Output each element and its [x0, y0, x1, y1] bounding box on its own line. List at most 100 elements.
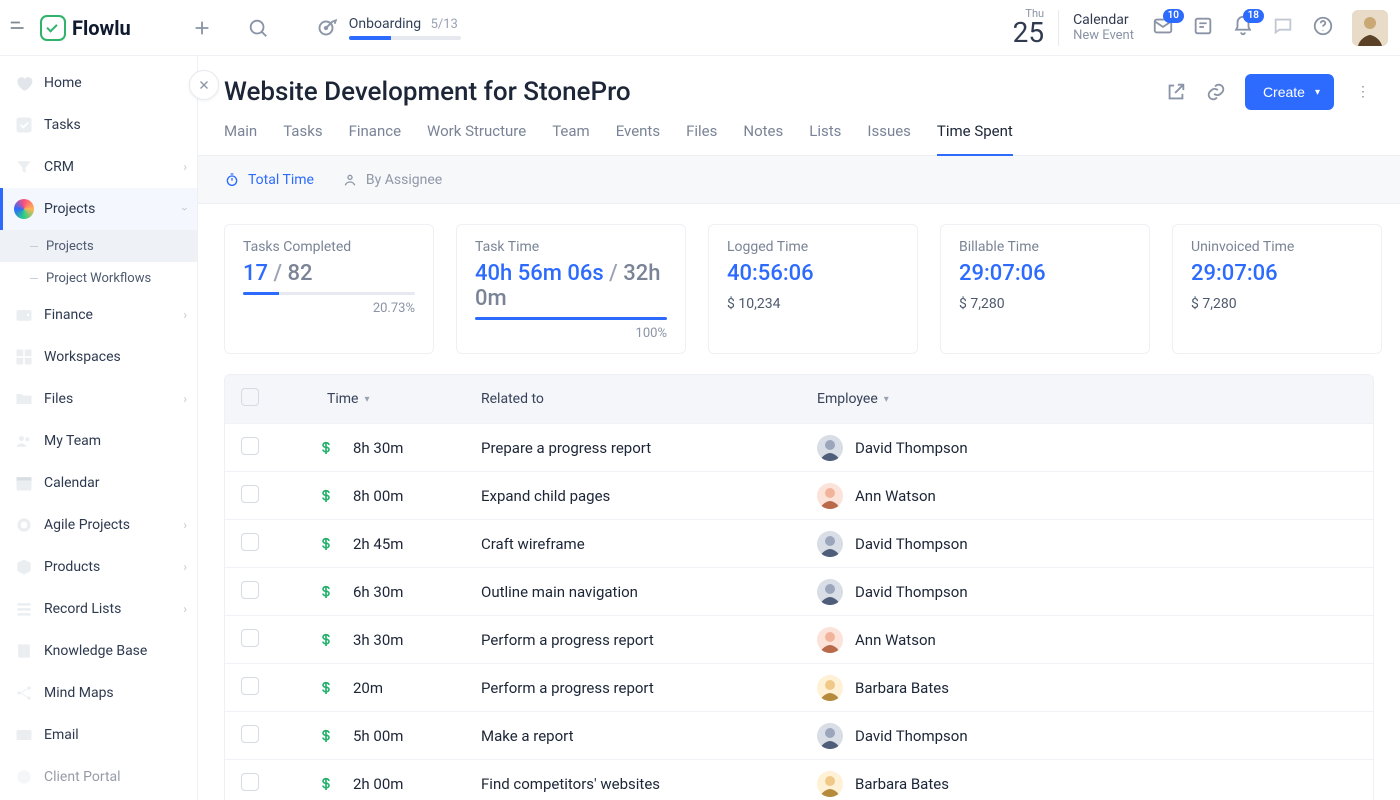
sidebar-item-workspaces[interactable]: Workspaces	[0, 336, 197, 378]
sidebar-item-record-lists[interactable]: Record Lists›	[0, 588, 197, 630]
notifications-button[interactable]: 18	[1232, 15, 1254, 41]
sidebar-item-tasks[interactable]: Tasks	[0, 104, 197, 146]
table-row[interactable]: 8h 00mExpand child pagesAnn Watson	[225, 471, 1373, 519]
open-external-icon[interactable]	[1165, 81, 1187, 103]
column-time[interactable]: Time▾	[281, 391, 481, 407]
sidebar-label: Agile Projects	[44, 517, 130, 533]
row-checkbox[interactable]	[241, 629, 259, 647]
calendar-icon	[14, 473, 34, 493]
table-row[interactable]: 2h 00mFind competitors' websitesBarbara …	[225, 759, 1373, 800]
row-checkbox[interactable]	[241, 677, 259, 695]
table-row[interactable]: 5h 00mMake a reportDavid Thompson	[225, 711, 1373, 759]
table-row[interactable]: 3h 30mPerform a progress reportAnn Watso…	[225, 615, 1373, 663]
portal-icon	[14, 767, 34, 787]
more-menu-icon[interactable]: ⋮	[1352, 80, 1374, 104]
employee-avatar	[817, 723, 843, 749]
row-checkbox[interactable]	[241, 437, 259, 455]
help-button[interactable]	[1312, 15, 1334, 41]
tab-main[interactable]: Main	[224, 122, 257, 155]
card-tasks-completed: Tasks Completed 17 / 82 20.73%	[224, 224, 434, 354]
filter-by-assignee[interactable]: By Assignee	[342, 172, 442, 188]
card-subvalue: $ 7,280	[1191, 296, 1363, 312]
brand-mark-icon	[40, 15, 66, 41]
row-related: Perform a progress report	[481, 631, 654, 649]
sidebar-label: Projects	[46, 239, 94, 254]
card-billable-time: Billable Time 29:07:06 $ 7,280	[940, 224, 1150, 354]
row-employee: Ann Watson	[855, 487, 936, 505]
wallet-icon	[14, 305, 34, 325]
card-title: Tasks Completed	[243, 239, 415, 255]
date-calendar-widget[interactable]: Thu 25 Calendar New Event	[1013, 8, 1134, 47]
tab-issues[interactable]: Issues	[867, 122, 911, 155]
filter-total-time[interactable]: Total Time	[224, 172, 314, 188]
sidebar-sub-workflows[interactable]: Project Workflows	[0, 262, 197, 294]
note-icon	[1192, 15, 1214, 37]
table-row[interactable]: 20mPerform a progress reportBarbara Bate…	[225, 663, 1373, 711]
tab-events[interactable]: Events	[616, 122, 660, 155]
tab-finance[interactable]: Finance	[349, 122, 401, 155]
sidebar-label: Calendar	[44, 475, 100, 491]
notes-button[interactable]	[1192, 15, 1214, 41]
row-checkbox[interactable]	[241, 773, 259, 791]
tab-work-structure[interactable]: Work Structure	[427, 122, 526, 155]
tab-time-spent[interactable]: Time Spent	[937, 122, 1013, 156]
column-related[interactable]: Related to	[481, 391, 817, 407]
stats-cards: Tasks Completed 17 / 82 20.73% Task Time…	[198, 204, 1400, 374]
employee-avatar	[817, 627, 843, 653]
column-employee[interactable]: Employee▾	[817, 391, 1357, 407]
table-row[interactable]: 6h 30mOutline main navigationDavid Thomp…	[225, 567, 1373, 615]
sidebar-label: Mind Maps	[44, 685, 114, 701]
chevron-right-icon: ›	[183, 518, 187, 532]
agile-icon	[14, 515, 34, 535]
table-row[interactable]: 8h 30mPrepare a progress reportDavid Tho…	[225, 423, 1373, 471]
sidebar-item-client-portal[interactable]: Client Portal	[0, 756, 197, 798]
row-checkbox[interactable]	[241, 581, 259, 599]
create-button[interactable]: Create▾	[1245, 74, 1334, 110]
tab-tasks[interactable]: Tasks	[283, 122, 322, 155]
sidebar-item-agile[interactable]: Agile Projects ›	[0, 504, 197, 546]
sidebar-label: My Team	[44, 433, 101, 449]
menu-toggle-icon[interactable]	[8, 17, 30, 39]
card-title: Logged Time	[727, 239, 899, 255]
sidebar-item-files[interactable]: Files›	[0, 378, 197, 420]
sidebar-item-calendar[interactable]: Calendar	[0, 462, 197, 504]
sidebar-item-myteam[interactable]: My Team	[0, 420, 197, 462]
chevron-right-icon: ›	[183, 602, 187, 616]
tab-files[interactable]: Files	[686, 122, 717, 155]
sidebar-item-projects[interactable]: Projects›	[0, 188, 197, 230]
sidebar-item-finance[interactable]: Finance›	[0, 294, 197, 336]
chevron-right-icon: ›	[183, 308, 187, 322]
onboarding-progress-text: 5/13	[431, 17, 458, 32]
row-checkbox[interactable]	[241, 533, 259, 551]
tab-lists[interactable]: Lists	[809, 122, 841, 155]
select-all-checkbox[interactable]	[241, 388, 259, 406]
tab-team[interactable]: Team	[552, 122, 590, 155]
table-row[interactable]: 2h 45mCraft wireframeDavid Thompson	[225, 519, 1373, 567]
sidebar-item-email[interactable]: Email	[0, 714, 197, 756]
new-event-link[interactable]: New Event	[1073, 28, 1134, 43]
add-icon[interactable]	[191, 17, 213, 39]
billable-icon	[317, 631, 335, 649]
close-panel-button[interactable]	[189, 70, 219, 100]
sidebar-sub-projects[interactable]: Projects	[0, 230, 197, 262]
chat-button[interactable]	[1272, 15, 1294, 41]
link-icon[interactable]	[1205, 81, 1227, 103]
user-avatar[interactable]	[1352, 10, 1388, 46]
row-related: Expand child pages	[481, 487, 610, 505]
row-related: Craft wireframe	[481, 535, 585, 553]
sidebar-item-mindmaps[interactable]: Mind Maps	[0, 672, 197, 714]
inbox-button[interactable]: 10	[1152, 15, 1174, 41]
sidebar-item-crm[interactable]: CRM›	[0, 146, 197, 188]
row-checkbox[interactable]	[241, 725, 259, 743]
row-checkbox[interactable]	[241, 485, 259, 503]
onboarding-widget[interactable]: Onboarding 5/13	[313, 15, 461, 41]
search-icon[interactable]	[247, 17, 269, 39]
brand-logo[interactable]: Flowlu	[40, 15, 131, 41]
sidebar-item-products[interactable]: Products›	[0, 546, 197, 588]
sidebar-item-home[interactable]: Home	[0, 62, 197, 104]
tab-notes[interactable]: Notes	[743, 122, 783, 155]
row-time: 6h 30m	[353, 583, 403, 601]
card-value-done: 17	[243, 261, 268, 286]
funnel-icon	[14, 157, 34, 177]
sidebar-item-kb[interactable]: Knowledge Base	[0, 630, 197, 672]
